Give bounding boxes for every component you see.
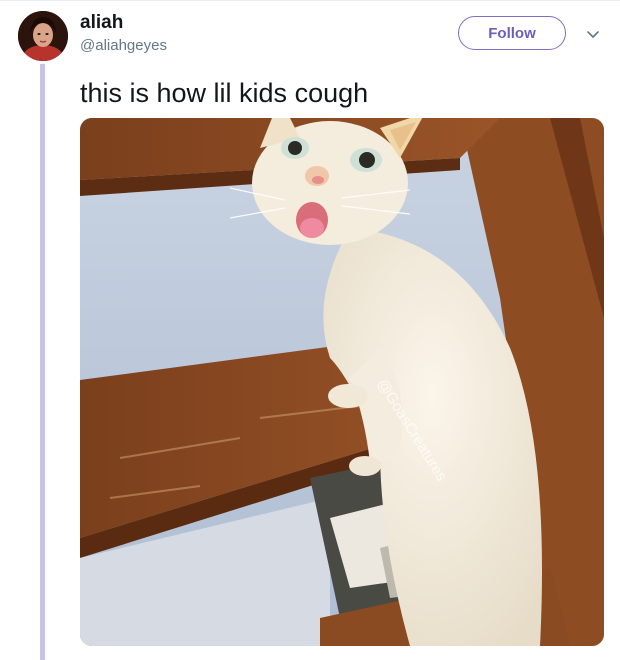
avatar[interactable]: [18, 11, 68, 61]
top-divider: [0, 0, 620, 1]
tweet-media-image[interactable]: @GoasCreatures: [80, 118, 604, 646]
tweet-text: this is how lil kids cough: [80, 78, 369, 108]
user-handle[interactable]: @aliahgeyes: [80, 37, 167, 55]
chevron-down-icon[interactable]: [584, 26, 602, 44]
follow-button[interactable]: Follow: [458, 16, 566, 50]
display-name[interactable]: aliah: [80, 12, 123, 34]
thread-line: [40, 64, 45, 660]
